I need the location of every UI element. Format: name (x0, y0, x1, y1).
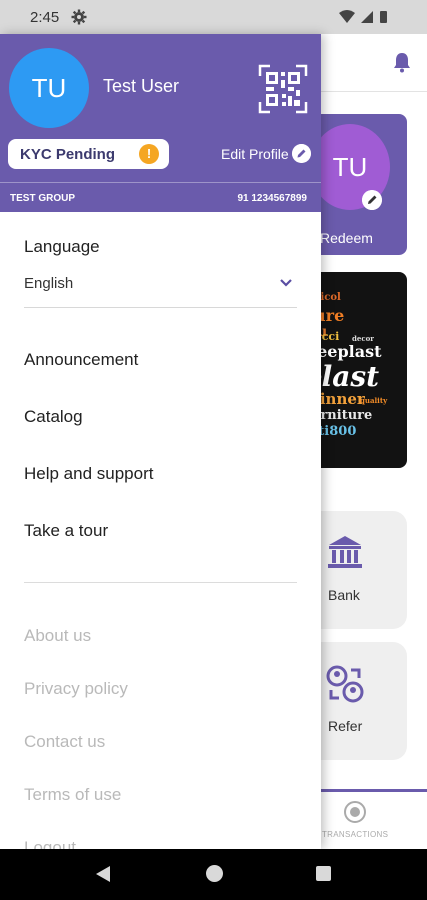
menu-item-announcement[interactable]: Announcement (24, 350, 138, 370)
user-name: Test User (103, 76, 180, 96)
home-icon[interactable] (206, 865, 223, 882)
user-phone: 91 1234567899 (237, 193, 307, 204)
menu-item-about-us[interactable]: About us (24, 626, 91, 646)
navigation-drawer: TU Test User KYC Pending ! Edit Profile … (0, 34, 321, 849)
menu-divider (24, 582, 297, 583)
bank-icon (328, 536, 362, 568)
back-icon[interactable] (95, 865, 111, 883)
user-avatar[interactable]: TU (9, 48, 89, 128)
banner-word: quality (360, 396, 388, 405)
recent-apps-icon[interactable] (316, 866, 331, 881)
menu-item-take-a-tour[interactable]: Take a tour (24, 521, 108, 541)
edit-profile-link[interactable]: Edit Profile (221, 146, 289, 162)
menu-item-contact-us[interactable]: Contact us (24, 732, 105, 752)
transactions-label: TRANSACTIONS (322, 830, 389, 839)
signal-icon (361, 11, 373, 23)
menu-item-catalog[interactable]: Catalog (24, 407, 83, 427)
edit-pencil-icon[interactable] (292, 144, 311, 163)
user-group: TEST GROUP (10, 193, 76, 204)
transactions-icon (344, 801, 366, 823)
menu-item-help-and-support[interactable]: Help and support (24, 464, 153, 484)
battery-icon (380, 11, 387, 23)
language-value: English (24, 275, 74, 292)
redeem-label: Redeem (320, 230, 373, 246)
menu-item-terms-of-use[interactable]: Terms of use (24, 785, 121, 805)
language-select[interactable]: English (24, 266, 297, 308)
language-title: Language (24, 237, 100, 256)
bank-label: Bank (328, 587, 360, 603)
refer-label: Refer (328, 718, 363, 734)
kyc-status-label: KYC Pending (20, 146, 116, 163)
chevron-down-icon (280, 279, 292, 287)
warning-icon: ! (139, 144, 159, 164)
status-time: 2:45 (30, 9, 60, 26)
status-bar: 2:45 (0, 0, 427, 34)
wifi-icon (339, 10, 355, 23)
notification-bell-icon[interactable] (390, 50, 414, 74)
qr-code-icon[interactable] (258, 64, 308, 114)
menu-item-privacy-policy[interactable]: Privacy policy (24, 679, 128, 699)
kyc-status-badge[interactable]: KYC Pending ! (8, 139, 169, 169)
status-icons (339, 10, 387, 23)
refer-icon (326, 665, 364, 703)
drawer-header: TU Test User KYC Pending ! Edit Profile … (0, 34, 321, 212)
menu-item-logout[interactable]: Logout (24, 838, 76, 849)
header-divider (0, 182, 321, 183)
card-edit-icon[interactable] (362, 190, 382, 210)
system-nav-bar (0, 849, 427, 900)
settings-gear-icon (71, 9, 87, 25)
